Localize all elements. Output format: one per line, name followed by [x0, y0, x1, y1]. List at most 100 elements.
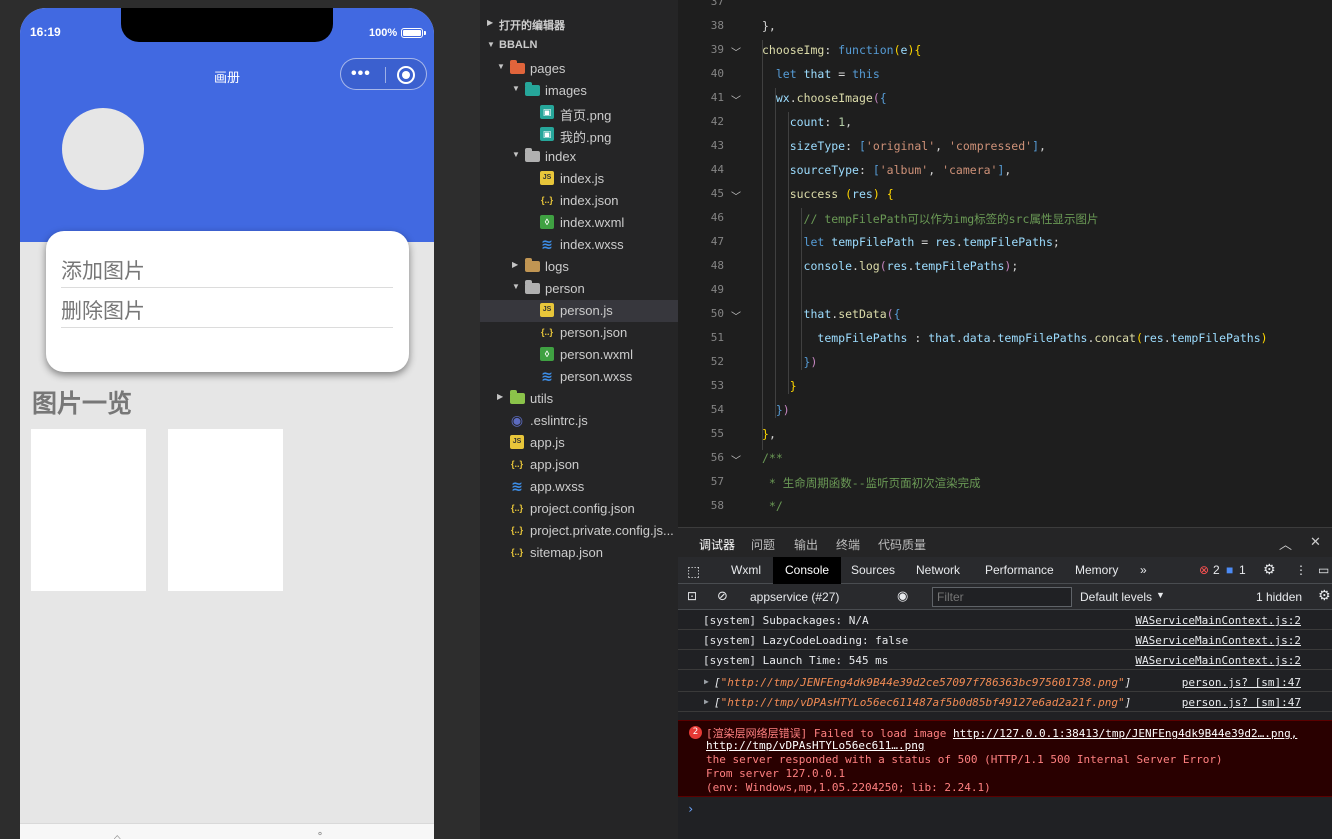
- close-panel-icon[interactable]: ✕: [1310, 534, 1321, 550]
- context-select[interactable]: appservice (#27): [750, 590, 839, 604]
- tree-file[interactable]: {..} project.config.json: [480, 498, 678, 520]
- log-row[interactable]: ["http://tmp/JENFEng4dk9B44e39d2ce57097f…: [678, 672, 1332, 692]
- code-line[interactable]: },: [762, 427, 776, 441]
- code-line[interactable]: console.log(res.tempFilePaths);: [762, 259, 1019, 273]
- code-line[interactable]: * 生命周期函数--监听页面初次渲染完成: [762, 475, 981, 491]
- code-line[interactable]: sizeType: ['original', 'compressed'],: [762, 139, 1046, 153]
- tree-folder[interactable]: ▼ index: [480, 146, 678, 168]
- close-target-icon[interactable]: [397, 66, 415, 84]
- open-editors-header[interactable]: ▶ 打开的编辑器: [480, 14, 678, 36]
- log-row[interactable]: ["http://tmp/vDPAsHTYLo56ec611487af5b0d8…: [678, 692, 1332, 712]
- chevron-right-icon[interactable]: ▶: [512, 260, 518, 269]
- code-line[interactable]: tempFilePaths : that.data.tempFilePaths.…: [762, 331, 1267, 345]
- tree-file[interactable]: ◉ .eslintrc.js: [480, 410, 678, 432]
- settings-gear-icon[interactable]: ⚙: [1263, 561, 1276, 578]
- tree-file[interactable]: JS index.js: [480, 168, 678, 190]
- filter-input[interactable]: [932, 587, 1072, 607]
- tree-file[interactable]: JS person.js: [480, 300, 678, 322]
- log-row[interactable]: [system] LazyCodeLoading: false WAService…: [678, 630, 1332, 650]
- tree-folder[interactable]: ▶ utils: [480, 388, 678, 410]
- collapse-panel-icon[interactable]: ︿: [1279, 534, 1292, 553]
- tree-file[interactable]: ▣ 首页.png: [480, 102, 678, 124]
- code-line[interactable]: // tempFilePath可以作为img标签的src属性显示图片: [762, 211, 1099, 227]
- mine-tab-icon[interactable]: ˚: [318, 830, 323, 839]
- code-editor[interactable]: 37 38}, 39 ﹀ chooseImg: function(e){40 let t…: [678, 0, 1332, 527]
- code-line[interactable]: that.setData({: [762, 307, 901, 321]
- code-line[interactable]: count: 1,: [762, 115, 852, 129]
- error-link[interactable]: http://tmp/vDPAsHTYLo56ec611….png: [706, 739, 925, 752]
- tab-terminal[interactable]: 终端: [836, 536, 860, 553]
- fold-chevron-icon[interactable]: ﹀: [731, 188, 741, 203]
- sidebar-toggle-icon[interactable]: ⊡: [687, 589, 697, 603]
- log-source-link[interactable]: person.js? [sm]:47: [1182, 696, 1301, 709]
- tab-output[interactable]: 输出: [794, 536, 818, 553]
- expand-arrow-icon[interactable]: ▶: [704, 697, 709, 706]
- tree-file[interactable]: ◊ person.wxml: [480, 344, 678, 366]
- fold-chevron-icon[interactable]: ﹀: [731, 44, 741, 59]
- avatar[interactable]: [62, 108, 144, 190]
- message-count-icon[interactable]: ■: [1226, 563, 1233, 577]
- tab-wxml[interactable]: Wxml: [731, 563, 761, 577]
- code-line[interactable]: },: [762, 19, 776, 33]
- tree-folder[interactable]: ▼ pages: [480, 58, 678, 80]
- code-line[interactable]: let that = this: [762, 67, 880, 81]
- live-expression-eye-icon[interactable]: ◉: [897, 588, 908, 604]
- tab-problems[interactable]: 问题: [751, 536, 775, 553]
- image-thumbnail[interactable]: [168, 429, 283, 591]
- error-link[interactable]: http://127.0.0.1:38413/tmp/JENFEng4dk9B4…: [953, 727, 1297, 740]
- chevron-down-icon[interactable]: ▼: [497, 62, 505, 71]
- tree-file[interactable]: {..} sitemap.json: [480, 542, 678, 564]
- more-options-icon[interactable]: ⋮: [1295, 563, 1307, 577]
- tree-file[interactable]: ≋ app.wxss: [480, 476, 678, 498]
- add-image-item[interactable]: 添加图片: [61, 248, 393, 288]
- tree-file[interactable]: {..} index.json: [480, 190, 678, 212]
- code-line[interactable]: /**: [762, 451, 783, 465]
- tree-file[interactable]: ▣ 我的.png: [480, 124, 678, 146]
- code-line[interactable]: */: [762, 499, 783, 513]
- tree-file[interactable]: {..} app.json: [480, 454, 678, 476]
- chevron-down-icon[interactable]: ▼: [512, 150, 520, 159]
- code-line[interactable]: }): [762, 355, 818, 369]
- tab-sources[interactable]: Sources: [851, 563, 895, 577]
- mini-program-capsule[interactable]: •••: [340, 58, 427, 90]
- project-header[interactable]: ▼ BBALN: [480, 36, 678, 58]
- log-source-link[interactable]: WAServiceMainContext.js:2: [1135, 634, 1301, 647]
- inspect-element-icon[interactable]: ⬚: [687, 563, 700, 580]
- tree-file[interactable]: ◊ index.wxml: [480, 212, 678, 234]
- chevron-down-icon[interactable]: ▼: [1156, 590, 1165, 600]
- code-line[interactable]: wx.chooseImage({: [762, 91, 887, 105]
- log-source-link[interactable]: WAServiceMainContext.js:2: [1135, 654, 1301, 667]
- log-levels-select[interactable]: Default levels: [1080, 590, 1152, 604]
- log-row[interactable]: [system] Subpackages: N/A WAServiceMainCo…: [678, 610, 1332, 630]
- log-row[interactable]: [system] Launch Time: 545 ms WAServiceMai…: [678, 650, 1332, 670]
- code-line[interactable]: success (res) {: [762, 187, 894, 201]
- chevron-down-icon[interactable]: ▼: [512, 282, 520, 291]
- dock-icon[interactable]: ▭: [1318, 563, 1329, 577]
- code-line[interactable]: sourceType: ['album', 'camera'],: [762, 163, 1012, 177]
- code-line[interactable]: }: [762, 379, 797, 393]
- error-count-icon[interactable]: ⊗: [1199, 563, 1209, 577]
- fold-chevron-icon[interactable]: ﹀: [731, 452, 741, 467]
- code-line[interactable]: chooseImg: function(e){: [762, 43, 921, 57]
- code-line[interactable]: }): [762, 403, 790, 417]
- tree-file[interactable]: ≋ index.wxss: [480, 234, 678, 256]
- more-tabs-icon[interactable]: »: [1140, 563, 1147, 577]
- tab-network[interactable]: Network: [916, 563, 960, 577]
- message-count[interactable]: 1: [1239, 563, 1246, 577]
- tree-folder[interactable]: ▶ logs: [480, 256, 678, 278]
- log-source-link[interactable]: WAServiceMainContext.js:2: [1135, 614, 1301, 627]
- more-dots-icon[interactable]: •••: [351, 66, 371, 82]
- clear-console-icon[interactable]: ⊘: [717, 588, 728, 604]
- tab-memory[interactable]: Memory: [1075, 563, 1118, 577]
- expand-arrow-icon[interactable]: ▶: [704, 677, 709, 686]
- fold-chevron-icon[interactable]: ﹀: [731, 92, 741, 107]
- tree-file[interactable]: {..} project.private.config.js...: [480, 520, 678, 542]
- tree-folder[interactable]: ▼ person: [480, 278, 678, 300]
- code-line[interactable]: let tempFilePath = res.tempFilePaths;: [762, 235, 1060, 249]
- tree-file[interactable]: ≋ person.wxss: [480, 366, 678, 388]
- tree-folder[interactable]: ▼ images: [480, 80, 678, 102]
- error-count[interactable]: 2: [1213, 563, 1220, 577]
- tab-performance[interactable]: Performance: [985, 563, 1054, 577]
- image-thumbnail[interactable]: [31, 429, 146, 591]
- delete-image-item[interactable]: 删除图片: [61, 288, 393, 328]
